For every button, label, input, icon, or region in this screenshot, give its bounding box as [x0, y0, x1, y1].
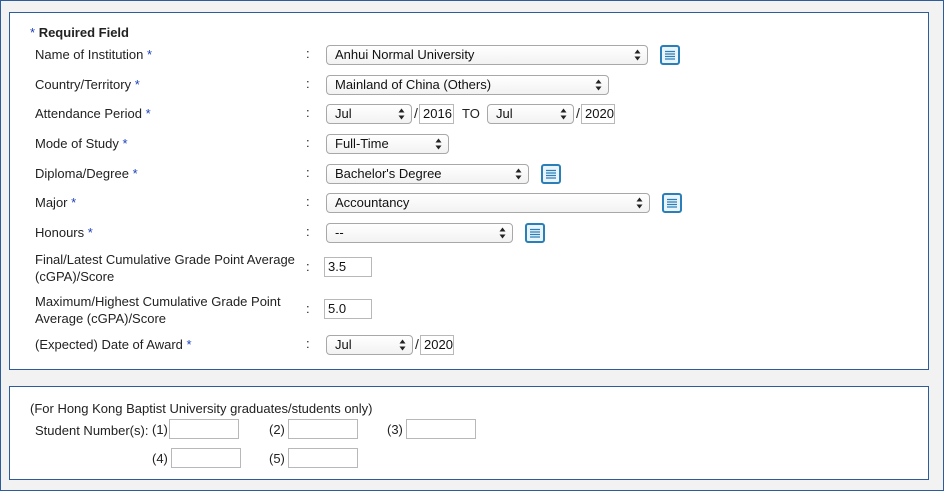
- list-icon: [530, 228, 540, 238]
- up-down-arrows-icon: [636, 197, 643, 209]
- institution-list-button[interactable]: [660, 45, 680, 65]
- colon: :: [306, 301, 310, 316]
- student-number-3-label: (3): [387, 422, 403, 437]
- max-cgpa-input[interactable]: 5.0: [324, 299, 372, 319]
- up-down-arrows-icon: [560, 108, 567, 120]
- honours-list-button[interactable]: [525, 223, 545, 243]
- up-down-arrows-icon: [499, 227, 506, 239]
- major-list-button[interactable]: [662, 193, 682, 213]
- colon: :: [306, 105, 310, 120]
- up-down-arrows-icon: [595, 79, 602, 91]
- honours-label: Honours *: [35, 225, 93, 240]
- required-star: *: [30, 25, 36, 40]
- student-number-5-input[interactable]: [288, 448, 358, 468]
- attendance-label: Attendance Period *: [35, 106, 151, 121]
- slash: /: [414, 105, 418, 121]
- list-icon: [667, 198, 677, 208]
- institution-label: Name of Institution *: [35, 47, 153, 62]
- student-number-1-input[interactable]: [169, 419, 239, 439]
- attendance-to-month-select[interactable]: Jul: [487, 104, 574, 124]
- colon: :: [306, 224, 310, 239]
- student-number-5-label: (5): [269, 451, 285, 466]
- student-number-4-input[interactable]: [171, 448, 241, 468]
- major-label: Major *: [35, 195, 77, 210]
- colon: :: [306, 165, 310, 180]
- student-number-2-input[interactable]: [288, 419, 358, 439]
- mode-label: Mode of Study *: [35, 136, 128, 151]
- country-select[interactable]: Mainland of China (Others): [326, 75, 609, 95]
- final-cgpa-input[interactable]: 3.5: [324, 257, 372, 277]
- required-field-note: * Required Field: [30, 25, 129, 40]
- diploma-label: Diploma/Degree *: [35, 166, 138, 181]
- student-number-label: Student Number(s):: [35, 423, 149, 438]
- major-select[interactable]: Accountancy: [326, 193, 650, 213]
- up-down-arrows-icon: [634, 49, 641, 61]
- education-panel: * Required Field Name of Institution * :…: [9, 12, 929, 370]
- slash: /: [576, 105, 580, 121]
- up-down-arrows-icon: [435, 138, 442, 150]
- colon: :: [306, 135, 310, 150]
- final-cgpa-label: Final/Latest Cumulative Grade Point Aver…: [35, 252, 295, 284]
- up-down-arrows-icon: [398, 108, 405, 120]
- student-number-3-input[interactable]: [406, 419, 476, 439]
- max-cgpa-label: Maximum/Highest Cumulative Grade Point A…: [35, 294, 281, 326]
- diploma-select[interactable]: Bachelor's Degree: [326, 164, 529, 184]
- colon: :: [306, 336, 310, 351]
- hkbu-note: (For Hong Kong Baptist University gradua…: [30, 401, 373, 416]
- colon: :: [306, 76, 310, 91]
- country-label: Country/Territory *: [35, 77, 140, 92]
- attendance-from-year-input[interactable]: 2016: [419, 104, 454, 124]
- list-icon: [546, 169, 556, 179]
- award-month-select[interactable]: Jul: [326, 335, 413, 355]
- institution-select[interactable]: Anhui Normal University: [326, 45, 648, 65]
- award-year-input[interactable]: 2020: [420, 335, 454, 355]
- award-date-label: (Expected) Date of Award *: [35, 337, 192, 352]
- attendance-from-month-select[interactable]: Jul: [326, 104, 412, 124]
- colon: :: [306, 259, 310, 274]
- attendance-to-year-input[interactable]: 2020: [581, 104, 615, 124]
- student-number-4-label: (4): [152, 451, 168, 466]
- slash: /: [415, 336, 419, 352]
- hkbu-panel: (For Hong Kong Baptist University gradua…: [9, 386, 929, 480]
- colon: :: [306, 194, 310, 209]
- colon: :: [306, 46, 310, 61]
- up-down-arrows-icon: [399, 339, 406, 351]
- required-field-text: Required Field: [38, 25, 129, 40]
- student-number-1-label: (1): [152, 422, 168, 437]
- list-icon: [665, 50, 675, 60]
- student-number-2-label: (2): [269, 422, 285, 437]
- diploma-list-button[interactable]: [541, 164, 561, 184]
- up-down-arrows-icon: [515, 168, 522, 180]
- to-label: TO: [462, 106, 480, 121]
- mode-select[interactable]: Full-Time: [326, 134, 449, 154]
- honours-select[interactable]: --: [326, 223, 513, 243]
